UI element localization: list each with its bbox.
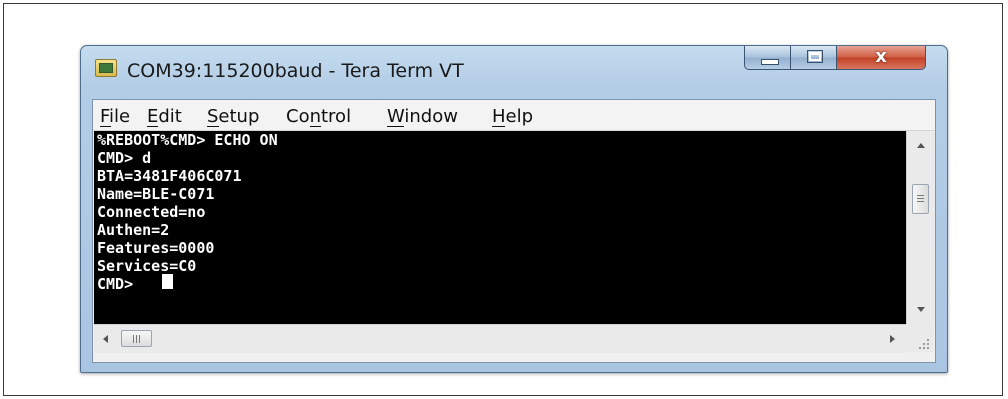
terminal-line: Authen=2 [97,221,170,239]
terminal-line: %REBOOT%CMD> ECHO ON [97,131,278,149]
menu-window-mnemonic [387,126,404,127]
scroll-left-icon[interactable] [103,335,108,343]
vertical-scroll-thumb[interactable] [912,184,929,214]
menu-edit[interactable]: Edit [147,106,182,127]
terminal-line: Features=0000 [97,239,215,257]
menu-file[interactable]: File [100,106,130,127]
maximize-icon [807,50,823,63]
close-icon: x [875,46,887,67]
grip-dot [919,347,921,349]
figure-frame: COM39:115200baud - Tera Term VT x File E… [3,3,1003,396]
grip-dot [927,343,929,345]
menu-control-mnemonic [310,126,321,127]
grip-line [917,198,924,199]
terminal-screen[interactable]: %REBOOT%CMD> ECHO ON CMD> d BTA=3481F406… [94,131,906,324]
scroll-up-icon[interactable] [917,143,925,148]
title-bar[interactable]: COM39:115200baud - Tera Term VT x [81,46,947,96]
resize-grip-icon[interactable] [906,324,934,352]
scroll-down-icon[interactable] [917,307,925,312]
minimize-button[interactable] [744,46,791,70]
grip-dot [927,339,929,341]
terminal-prompt: CMD> [97,275,143,293]
scroll-right-icon[interactable] [890,335,895,343]
grip-dot [927,347,929,349]
menu-control[interactable]: Control [286,106,351,127]
terminal-line: CMD> d [97,149,152,167]
tera-term-icon[interactable] [95,59,117,77]
terminal-line: Services=C0 [97,257,197,275]
menu-help-mnemonic [492,126,505,127]
close-button[interactable]: x [836,46,926,70]
menu-help[interactable]: Help [492,106,533,127]
minimize-icon [761,59,779,65]
menu-window[interactable]: Window [387,106,458,127]
grip-line [133,335,134,343]
terminal-cursor [162,274,173,289]
window-title: COM39:115200baud - Tera Term VT [127,60,464,82]
grip-line [917,195,924,196]
grip-line [139,335,140,343]
menu-setup-mnemonic [207,126,219,127]
terminal-line: BTA=3481F406C071 [97,167,242,185]
client-area: File Edit Setup Control Window Help %REB… [92,99,936,363]
menu-setup[interactable]: Setup [207,106,259,127]
menu-edit-mnemonic [147,126,158,127]
terminal-line: Connected=no [97,203,206,221]
menu-bar: File Edit Setup Control Window Help [93,100,935,131]
terminal-line: Name=BLE-C071 [97,185,215,203]
maximize-button[interactable] [790,46,837,70]
tera-term-window: COM39:115200baud - Tera Term VT x File E… [80,45,948,373]
vertical-scrollbar[interactable] [906,131,935,324]
grip-dot [923,343,925,345]
grip-line [136,335,137,343]
grip-line [917,201,924,202]
menu-file-mnemonic [100,126,111,127]
grip-dot [923,347,925,349]
horizontal-scroll-thumb[interactable] [121,330,152,347]
horizontal-scrollbar[interactable] [94,324,906,353]
